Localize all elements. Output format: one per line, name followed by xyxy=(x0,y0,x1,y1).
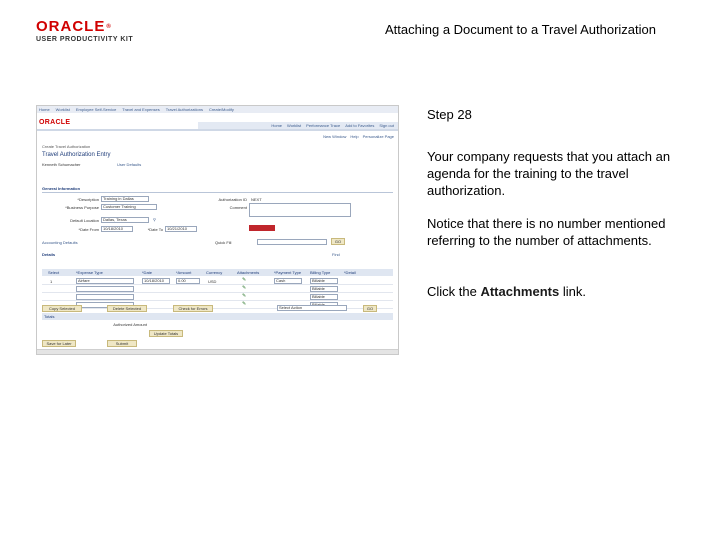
action-select[interactable]: Select Action xyxy=(277,305,347,311)
attachments-link-icon[interactable]: ✎ xyxy=(242,293,246,299)
nav-link[interactable]: Travel and Expenses xyxy=(122,107,159,112)
copy-selected-button[interactable]: Copy Selected xyxy=(42,305,82,312)
quick-fill-label: Quick Fill xyxy=(215,240,232,245)
col-select: Select xyxy=(48,270,60,275)
menu-home[interactable]: Home xyxy=(271,123,282,128)
new-window-link[interactable]: New Window xyxy=(323,134,346,139)
attachments-link-icon[interactable]: ✎ xyxy=(242,301,246,307)
page-title: Attaching a Document to a Travel Authori… xyxy=(385,22,656,37)
personalize-link[interactable]: Personalize Page xyxy=(363,134,394,139)
employee-name: Kenneth Schumacher xyxy=(42,162,81,167)
attachments-link-text: Attachments xyxy=(480,284,560,299)
nav-link[interactable]: Home xyxy=(39,107,50,112)
table-row: ✎ Billable xyxy=(42,285,393,293)
description-input[interactable]: Training in Dallas xyxy=(101,196,149,202)
authorization-id-label: Authorization ID xyxy=(218,197,247,202)
col-amount: *Amount xyxy=(176,270,192,275)
attachments-link-icon[interactable]: ✎ xyxy=(242,285,246,291)
menu-performance-trace[interactable]: Performance Trace xyxy=(306,123,340,128)
breadcrumb: Create Travel Authorization xyxy=(42,144,91,149)
default-location-label: Default Location xyxy=(70,218,99,223)
date-from-input[interactable]: 10/18/2010 xyxy=(101,226,133,232)
section-divider xyxy=(42,192,393,193)
instruction-paragraph: Your company requests that you attach an… xyxy=(427,149,671,198)
instruction-text: link. xyxy=(559,284,586,299)
check-errors-button[interactable]: Check for Errors xyxy=(173,305,213,312)
oracle-upk-logo: ORACLE USER PRODUCTIVITY KIT xyxy=(36,19,134,44)
col-payment-type: *Payment Type xyxy=(274,270,302,275)
delete-selected-button[interactable]: Delete Selected xyxy=(107,305,147,312)
business-purpose-label: *Business Purpose xyxy=(65,205,99,210)
expense-type-select[interactable]: Airfare xyxy=(76,278,134,284)
grid-header: Select *Expense Type *Date *Amount Curre… xyxy=(42,269,393,276)
payment-type-select[interactable]: Cash xyxy=(274,278,302,284)
nav-link[interactable]: Create/Modify xyxy=(209,107,234,112)
nav-link[interactable]: Travel Authorizations xyxy=(166,107,203,112)
step-number: Step 28 xyxy=(427,107,472,122)
date-input[interactable]: 10/18/2010 xyxy=(142,278,170,284)
red-action-button[interactable] xyxy=(249,225,275,231)
billing-type-select[interactable]: Billable xyxy=(310,286,338,292)
authorized-amount-label: Authorized Amount xyxy=(113,322,147,327)
logo-subtitle: USER PRODUCTIVITY KIT xyxy=(36,36,134,43)
instruction-paragraph: Click the Attachments link. xyxy=(427,283,689,300)
help-link[interactable]: Help xyxy=(350,134,358,139)
row-select[interactable]: 1 xyxy=(50,279,52,284)
page-links: New Window Help Personalize Page xyxy=(323,134,394,139)
submit-button[interactable]: Submit xyxy=(107,340,137,347)
general-info-section[interactable]: General Information xyxy=(42,186,80,191)
amount-input[interactable]: 0.00 xyxy=(176,278,200,284)
col-date: *Date xyxy=(142,270,153,275)
menu-add-favorites[interactable]: Add to Favorites xyxy=(345,123,374,128)
billing-type-select[interactable]: Billable xyxy=(310,278,338,284)
table-row: 1 Airfare 10/18/2010 0.00 USD ✎ Cash Bil… xyxy=(42,277,393,285)
col-billing-type: Billing Type xyxy=(310,270,331,275)
date-to-label: *Date To xyxy=(147,227,163,232)
description-label: *Description xyxy=(77,197,99,202)
details-grid-title: Details xyxy=(42,252,56,257)
grid-find-link[interactable]: Find xyxy=(332,252,340,257)
quick-fill-select[interactable] xyxy=(257,239,327,245)
authorization-id-value: NEXT xyxy=(251,197,262,202)
oracle-mini-logo: ORACLE xyxy=(39,119,71,126)
nav-link[interactable]: Worklist xyxy=(56,107,70,112)
top-navigation: Home Worklist Employee Self-Service Trav… xyxy=(37,106,398,113)
go-button[interactable]: GO xyxy=(363,305,377,312)
application-screenshot: Home Worklist Employee Self-Service Trav… xyxy=(36,105,399,355)
default-location-input[interactable]: Dallas, Texas xyxy=(101,217,149,223)
col-currency: Currency xyxy=(206,270,223,275)
oracle-logo-text: ORACLE xyxy=(36,19,133,34)
user-defaults-link[interactable]: User Defaults xyxy=(117,162,141,167)
save-for-later-button[interactable]: Save for Later xyxy=(42,340,76,347)
col-attachments: Attachments xyxy=(237,270,260,275)
horizontal-scrollbar[interactable] xyxy=(37,349,398,354)
col-detail: *Detail xyxy=(344,270,356,275)
date-from-label: *Date From xyxy=(78,227,99,232)
billing-type-select[interactable]: Billable xyxy=(310,294,338,300)
menu-worklist[interactable]: Worklist xyxy=(287,123,301,128)
comment-textarea[interactable] xyxy=(249,203,351,217)
accounting-defaults-link[interactable]: Accounting Defaults xyxy=(42,240,78,245)
expense-type-select[interactable] xyxy=(76,286,134,292)
instruction-text: Click the xyxy=(427,284,481,299)
comment-label: Comment xyxy=(229,205,247,210)
currency-value: USD xyxy=(208,279,217,284)
menu-sign-out[interactable]: Sign out xyxy=(379,123,394,128)
nav-link[interactable]: Employee Self-Service xyxy=(76,107,116,112)
update-totals-button[interactable]: Update Totals xyxy=(149,330,183,337)
col-expense-type: *Expense Type xyxy=(76,270,103,275)
search-icon[interactable]: ⚲ xyxy=(153,217,156,222)
form-title: Travel Authorization Entry xyxy=(42,152,111,158)
instruction-paragraph: Notice that there is no number mentioned… xyxy=(427,216,666,248)
date-to-input[interactable]: 10/21/2010 xyxy=(165,226,197,232)
expense-type-select[interactable] xyxy=(76,294,134,300)
go-button[interactable]: GO xyxy=(331,238,345,245)
totals-section: Totals xyxy=(42,313,393,320)
header-menu: Home Worklist Performance Trace Add to F… xyxy=(271,123,394,128)
business-purpose-select[interactable]: Customer Training xyxy=(101,204,157,210)
table-row: ✎ Billable xyxy=(42,293,393,301)
app-header: ORACLE Home Worklist Performance Trace A… xyxy=(37,113,398,131)
attachments-link-icon[interactable]: ✎ xyxy=(242,277,246,283)
